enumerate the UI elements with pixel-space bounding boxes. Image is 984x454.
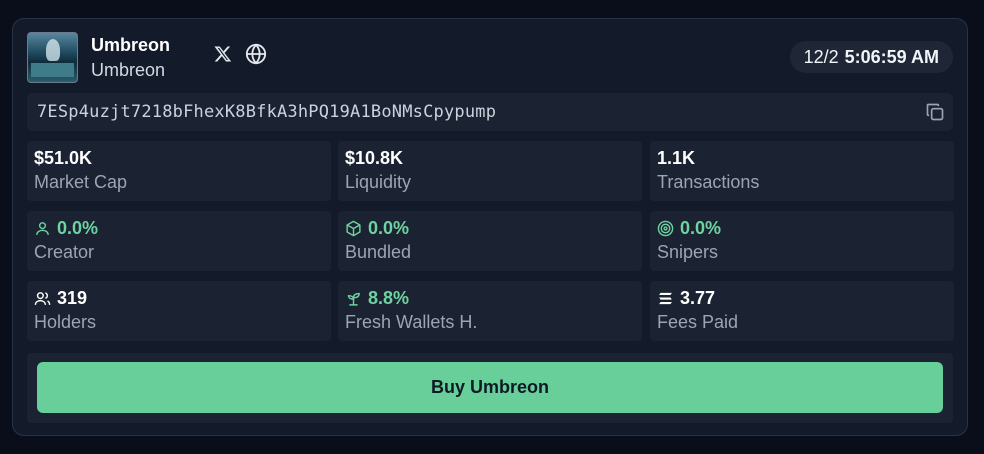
stat-holders: 319 Holders [27,281,331,341]
token-name: Umbreon [91,35,171,55]
token-avatar [27,32,78,83]
stat-label: Fees Paid [657,312,739,332]
sprout-icon [347,292,360,306]
stat-value: 8.8% [368,287,410,308]
stat-creator: 0.0% Creator [27,211,331,271]
stat-value: 3.77 [680,287,716,308]
contract-address: 7ESp4uzjt7218bFhexK8BfkA3hPQ19A1BoNMsCpy… [37,102,497,122]
stat-value-row: 0.0% [34,217,324,239]
stat-value: 319 [57,287,88,308]
stat-bundled: 0.0% Bundled [338,211,642,271]
copy-icon[interactable] [925,102,945,122]
buy-section: Buy Umbreon [27,353,953,423]
token-symbol: Umbreon [91,60,166,80]
avatar-band [31,63,74,77]
stat-fresh-wallets: 8.8% Fresh Wallets H. [338,281,642,341]
stat-value: $10.8K [345,147,404,168]
x-icon[interactable] [211,42,235,66]
stat-label: Holders [34,312,97,332]
buy-button[interactable]: Buy Umbreon [37,362,943,413]
stat-fees-paid: 3.77 Fees Paid [650,281,954,341]
stat-value-row: 3.77 [657,287,947,309]
stat-value-row: 0.0% [345,217,635,239]
stat-transactions: 1.1K Transactions [650,141,954,201]
stat-value: 1.1K [657,147,696,168]
stat-label: Bundled [345,242,412,262]
stat-value: $51.0K [34,147,93,168]
stat-label: Fresh Wallets H. [345,312,478,332]
stat-value-row: 0.0% [657,217,947,239]
user-icon [36,221,49,235]
stat-liquidity: $10.8K Liquidity [338,141,642,201]
users-icon [34,291,51,305]
stat-snipers: 0.0% Snipers [650,211,954,271]
stat-label: Creator [34,242,95,262]
token-header: Umbreon Umbreon 12/2 5:06:59 AM [27,31,953,85]
token-card: Umbreon Umbreon 12/2 5:06:59 AM 7ESp4uzj… [12,18,968,436]
stat-label: Snipers [657,242,719,262]
globe-icon[interactable] [244,42,268,66]
stat-label: Transactions [657,172,760,192]
solana-icon [659,292,672,304]
stat-value: 0.0% [57,217,99,238]
stat-market-cap: $51.0K Market Cap [27,141,331,201]
stat-value: 0.0% [680,217,722,238]
avatar-figure [46,39,60,61]
stat-value-row: 319 [34,287,324,309]
stat-value-row: 8.8% [345,287,635,309]
stat-label: Market Cap [34,172,128,192]
box-icon [346,220,361,236]
stat-label: Liquidity [345,172,412,192]
contract-address-bar: 7ESp4uzjt7218bFhexK8BfkA3hPQ19A1BoNMsCpy… [27,93,953,131]
timestamp-badge: 12/2 5:06:59 AM [789,41,953,73]
stat-value: 0.0% [368,217,410,238]
timestamp-time: 5:06:59 AM [844,46,939,67]
timestamp-date: 12/2 [803,46,839,67]
target-icon [657,220,674,236]
